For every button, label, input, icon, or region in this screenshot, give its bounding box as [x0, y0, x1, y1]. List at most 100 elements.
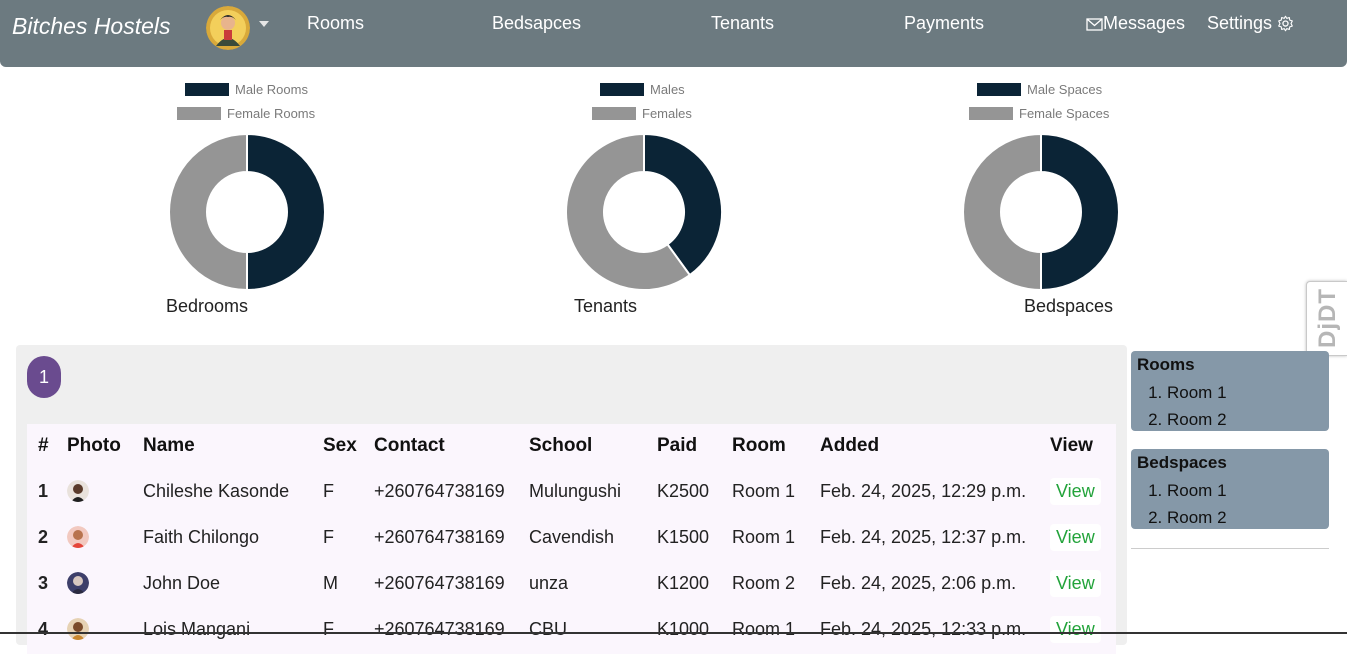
view-link[interactable]: View — [1050, 523, 1101, 551]
sidebar-rooms-list: Room 1 Room 2 — [1167, 379, 1323, 433]
tenant-paid: K1200 — [657, 572, 710, 593]
donut-slice-1[interactable] — [168, 133, 248, 291]
row-photo — [56, 514, 132, 560]
chart-caption: Bedspaces — [1024, 296, 1114, 316]
nav-settings-label: Settings — [1207, 13, 1273, 33]
legend-item[interactable]: Males — [600, 82, 685, 97]
chart-tenants: Males Females Tenants — [565, 80, 765, 320]
tenant-school: Cavendish — [529, 526, 615, 547]
tenant-room: Room 1 — [732, 618, 796, 639]
nav-settings[interactable]: Settings — [1207, 13, 1294, 34]
donut-chart[interactable] — [962, 133, 1120, 291]
chevron-down-icon[interactable] — [259, 21, 269, 27]
tenant-contact: +260764738169 — [374, 572, 505, 593]
column-header: Room — [732, 435, 786, 456]
donut-slice-1[interactable] — [962, 133, 1042, 291]
legend-swatch — [600, 83, 644, 96]
tenant-photo[interactable] — [67, 526, 89, 549]
view-link[interactable]: View — [1050, 615, 1101, 643]
legend-item[interactable]: Females — [592, 106, 692, 121]
column-header: School — [529, 435, 593, 456]
legend-swatch — [185, 83, 229, 96]
sidebar-room-item[interactable]: Room 1 — [1167, 379, 1323, 406]
tenant-room: Room 1 — [732, 526, 796, 547]
nav-tenants[interactable]: Tenants — [711, 13, 774, 34]
sidebar-bedspace-item[interactable]: Room 1 — [1167, 477, 1323, 504]
legend-label: Female Rooms — [227, 106, 316, 121]
legend-swatch — [977, 83, 1021, 96]
donut-slice-0[interactable] — [246, 133, 326, 291]
donut-chart[interactable] — [168, 133, 326, 291]
legend-swatch — [592, 107, 636, 120]
view-cell: View — [1039, 514, 1116, 560]
user-avatar[interactable] — [206, 6, 250, 50]
tenant-room: Room 1 — [732, 480, 796, 501]
view-cell: View — [1039, 606, 1116, 652]
tenant-room: Room 2 — [732, 572, 796, 593]
tenant-sex: M — [323, 572, 338, 593]
pagination-current-page[interactable]: 1 — [27, 356, 61, 398]
tenant-paid: K2500 — [657, 480, 710, 501]
tenant-photo[interactable] — [67, 618, 89, 641]
sidebar-rooms-title: Rooms — [1137, 355, 1195, 374]
tenants-table-wrapper: # Photo Name Sex Contact School Paid Roo… — [27, 424, 1116, 654]
tenant-paid: K1500 — [657, 526, 710, 547]
chart-bedspaces: Male Spaces Female Spaces Bedspaces — [962, 80, 1162, 320]
view-cell: View — [1039, 560, 1116, 606]
column-header: Paid — [657, 435, 698, 456]
legend-item[interactable]: Male Spaces — [977, 82, 1102, 97]
debug-toolbar-handle[interactable]: DjDT — [1306, 281, 1347, 356]
column-header: View — [1050, 435, 1093, 456]
legend-item[interactable]: Male Rooms — [185, 82, 308, 97]
nav-bedspaces[interactable]: Bedsapces — [492, 13, 581, 34]
tenant-photo[interactable] — [67, 480, 89, 503]
sidebar-divider — [1131, 548, 1329, 549]
chart-caption: Bedrooms — [166, 296, 249, 316]
tenant-added: Feb. 24, 2025, 12:29 p.m. — [820, 480, 1027, 501]
legend-label: Females — [642, 106, 692, 121]
sidebar-bedspace-item[interactable]: Room 2 — [1167, 504, 1323, 531]
tenant-contact: +260764738169 — [374, 618, 505, 639]
table-row: 2 Faith Chilongo F +260764738169 Cavendi… — [27, 514, 1116, 560]
legend-item[interactable]: Female Rooms — [177, 106, 315, 121]
column-header: Sex — [323, 435, 357, 456]
top-navbar: Bitches Hostels Rooms Bedsapces Tenants … — [0, 0, 1347, 67]
sidebar-room-item[interactable]: Room 2 — [1167, 406, 1323, 433]
tenant-contact: +260764738169 — [374, 480, 505, 501]
nav-messages-label: Messages — [1103, 13, 1186, 33]
tenant-added: Feb. 24, 2025, 2:06 p.m. — [820, 572, 1017, 593]
legend-item[interactable]: Female Spaces — [969, 106, 1109, 121]
legend-label: Female Spaces — [1019, 106, 1110, 121]
nav-rooms[interactable]: Rooms — [307, 13, 364, 34]
chart-caption: Tenants — [574, 296, 638, 316]
column-header: # — [38, 435, 49, 456]
column-header: Added — [820, 435, 880, 456]
donut-slice-0[interactable] — [1040, 133, 1120, 291]
tenant-added: Feb. 24, 2025, 12:37 p.m. — [820, 526, 1027, 547]
sidebar-bedspaces-list: Room 1 Room 2 — [1167, 477, 1323, 531]
nav-messages[interactable]: Messages — [1086, 13, 1185, 34]
brand-title[interactable]: Bitches Hostels — [12, 13, 171, 40]
donut-chart[interactable] — [565, 133, 723, 291]
avatar-image — [206, 6, 250, 50]
tenant-sex: F — [323, 618, 334, 639]
tenant-name: John Doe — [143, 572, 221, 593]
tenant-school: CBU — [529, 618, 568, 639]
nav-payments[interactable]: Payments — [904, 13, 984, 34]
sidebar-bedspaces-box: Bedspaces Room 1 Room 2 — [1131, 449, 1329, 529]
tenants-table: # Photo Name Sex Contact School Paid Roo… — [27, 424, 1116, 652]
tenant-photo[interactable] — [67, 572, 89, 595]
row-photo — [56, 606, 132, 652]
row-photo — [56, 468, 132, 514]
tenant-contact: +260764738169 — [374, 526, 505, 547]
envelope-icon — [1086, 18, 1103, 31]
tenant-name: Faith Chilongo — [143, 526, 260, 547]
view-link[interactable]: View — [1050, 477, 1101, 505]
view-link[interactable]: View — [1050, 569, 1101, 597]
legend-label: Male Spaces — [1027, 82, 1103, 97]
column-header: Contact — [374, 435, 445, 456]
gear-icon — [1278, 15, 1293, 32]
tenant-school: unza — [529, 572, 569, 593]
tenants-panel: 1 # Photo Name Sex Contact School Paid R… — [16, 345, 1127, 654]
tenant-name: Lois Mangani — [143, 618, 251, 639]
